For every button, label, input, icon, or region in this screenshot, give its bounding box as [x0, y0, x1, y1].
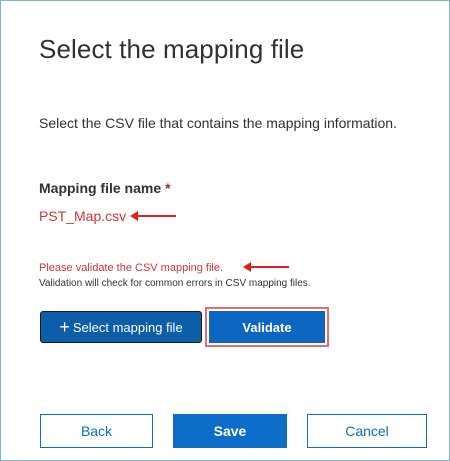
description-text: Select the CSV file that contains the ma… — [39, 115, 397, 131]
mapping-file-label-text: Mapping file name — [39, 180, 162, 196]
required-marker: * — [165, 180, 171, 196]
save-label: Save — [213, 423, 247, 439]
mapping-file-label: Mapping file name * — [39, 180, 171, 196]
annotation-arrow-filename — [130, 211, 176, 221]
cancel-label: Cancel — [345, 423, 389, 439]
validation-help-text: Validation will check for common errors … — [39, 278, 311, 289]
mapping-file-name: PST_Map.csv — [39, 208, 127, 224]
validation-error-message: Please validate the CSV mapping file. — [39, 262, 224, 274]
validate-button[interactable]: Validate — [209, 311, 325, 343]
cancel-button[interactable]: Cancel — [307, 414, 427, 448]
select-mapping-file-button[interactable]: + Select mapping file — [40, 311, 202, 343]
page-title: Select the mapping file — [39, 34, 305, 64]
annotation-arrow-error — [243, 262, 289, 272]
validate-highlight: Validate — [205, 307, 329, 347]
back-button[interactable]: Back — [40, 414, 153, 448]
dialog-frame — [0, 0, 450, 461]
select-mapping-file-label: Select mapping file — [72, 319, 183, 335]
plus-icon: + — [59, 317, 70, 337]
back-label: Back — [80, 423, 113, 439]
validate-label: Validate — [242, 319, 292, 335]
save-button[interactable]: Save — [173, 414, 287, 448]
